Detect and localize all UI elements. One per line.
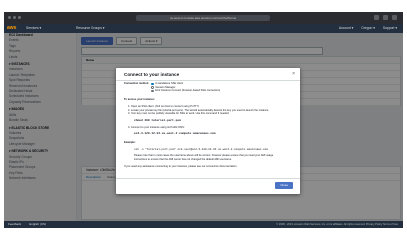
modal-title: Connect to your instance (124, 72, 180, 77)
address-bar[interactable]: us-west-2.console.aws.amazon.com/ec2/v2/… (136, 15, 270, 21)
radio-selected-icon[interactable] (151, 82, 154, 86)
close-window-icon[interactable] (8, 16, 11, 19)
nav-right-menus: Account ▾ Oregon ▾ Support ▾ (339, 25, 397, 32)
help-text: If you need any assistance connecting to… (124, 164, 238, 168)
radio-icon[interactable] (151, 90, 154, 93)
maximize-window-icon[interactable] (18, 16, 21, 19)
footer-left: Feedback English (US) (8, 221, 46, 228)
connection-method-group: Connection method A standalone SSH clien… (124, 82, 294, 93)
close-icon[interactable]: × (292, 71, 295, 77)
account-menu[interactable]: Account ▾ (339, 25, 353, 32)
feedback-link[interactable]: Feedback (8, 221, 21, 228)
connection-method-label: Connection method (124, 82, 149, 85)
browser-toolbar-icons (374, 15, 397, 20)
method-label: EC2 Instance Connect (browser-based SSH … (155, 89, 221, 93)
browser-window: us-west-2.console.aws.amazon.com/ec2/v2/… (4, 12, 403, 228)
browser-chrome: us-west-2.console.aws.amazon.com/ec2/v2/… (4, 12, 403, 24)
language-selector[interactable]: English (US) (29, 221, 46, 228)
modal-body: Connection method A standalone SSH clien… (124, 82, 294, 169)
region-menu[interactable]: Oregon ▾ (361, 25, 375, 32)
close-button[interactable]: Close (275, 182, 293, 189)
window-controls[interactable] (8, 16, 21, 19)
connect-instance-modal: Connect to your instance × Connection me… (116, 68, 300, 194)
resource-groups-menu[interactable]: Resource Groups ▾ (76, 25, 104, 32)
share-icon[interactable] (374, 15, 379, 20)
minimize-window-icon[interactable] (13, 16, 16, 19)
screenshot-frame: us-west-2.console.aws.amazon.com/ec2/v2/… (0, 0, 407, 240)
modal-footer-divider (116, 178, 300, 179)
footer-copyright: © 2008 - 2019, Amazon Web Services, Inc.… (276, 223, 398, 226)
support-menu[interactable]: Support ▾ (383, 25, 397, 32)
tabs-overview-icon[interactable] (392, 15, 397, 20)
services-menu[interactable]: Services ▾ (26, 25, 41, 32)
connection-method-options: A standalone SSH client Session Manager … (151, 82, 220, 93)
console-footer: Feedback English (US) © 2008 - 2019, Ama… (4, 221, 403, 228)
aws-top-nav: aws Services ▾ Resource Groups ▾ Account… (4, 24, 403, 33)
method-instance-connect[interactable]: EC2 Instance Connect (browser-based SSH … (151, 89, 220, 93)
new-tab-icon[interactable] (383, 15, 388, 20)
aws-logo[interactable]: aws (7, 25, 16, 32)
modal-divider (116, 80, 300, 81)
radio-icon[interactable] (151, 86, 154, 89)
